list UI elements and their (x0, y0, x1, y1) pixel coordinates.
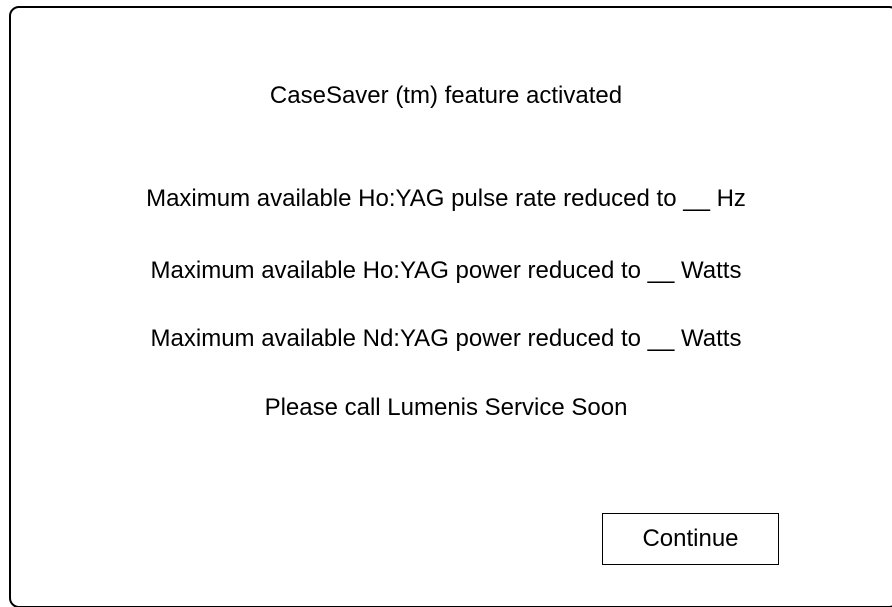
dialog-title: CaseSaver (tm) feature activated (269, 82, 623, 109)
message-hoyag-power: Maximum available Ho:YAG power reduced t… (150, 257, 742, 284)
continue-button[interactable]: Continue (602, 513, 779, 565)
message-hoyag-pulse-rate: Maximum available Ho:YAG pulse rate redu… (146, 185, 746, 212)
message-ndyag-power: Maximum available Nd:YAG power reduced t… (150, 325, 742, 352)
message-call-service: Please call Lumenis Service Soon (264, 394, 628, 421)
